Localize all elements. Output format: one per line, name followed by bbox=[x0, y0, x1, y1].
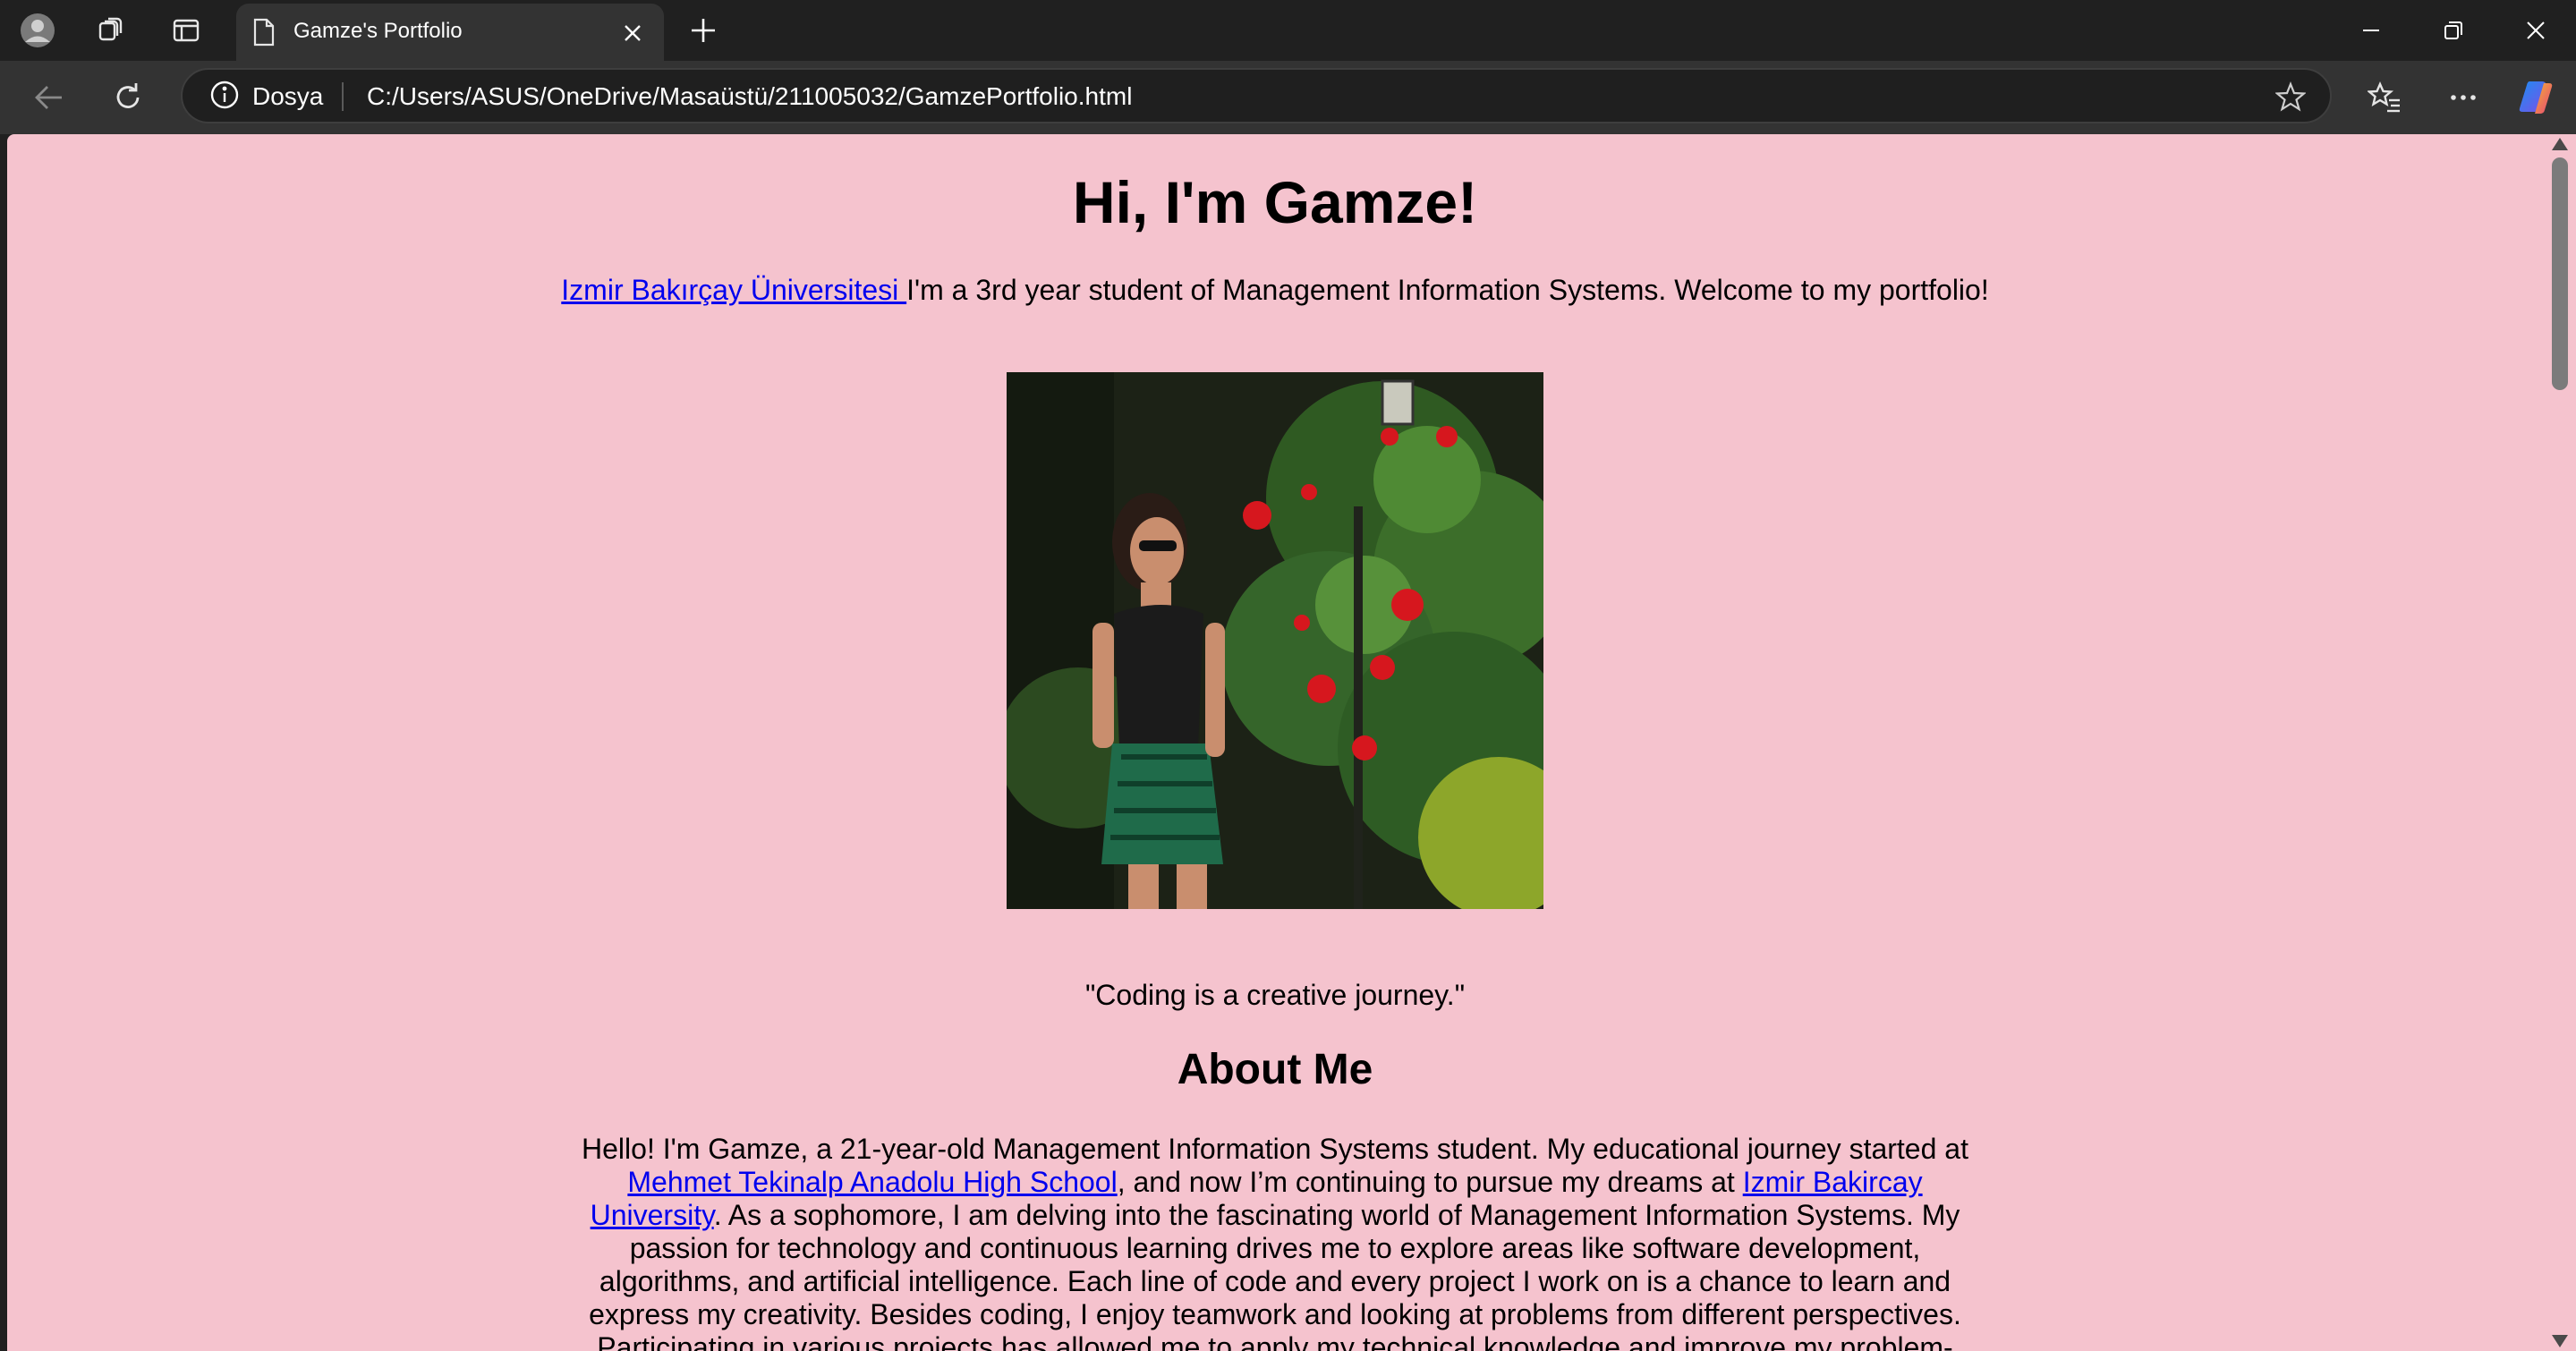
page-icon bbox=[252, 18, 276, 51]
workspaces-icon[interactable] bbox=[93, 13, 129, 48]
minimize-icon[interactable] bbox=[2351, 11, 2391, 50]
info-icon bbox=[209, 80, 240, 115]
about-text-part3: . As a sophomore, I am delving into the … bbox=[589, 1199, 1961, 1351]
close-window-icon[interactable] bbox=[2516, 11, 2555, 50]
site-info-button[interactable]: Dosya bbox=[209, 80, 323, 114]
copilot-icon[interactable] bbox=[2516, 77, 2557, 118]
address-bar[interactable]: Dosya C:/Users/ASUS/OneDrive/Masaüstü/21… bbox=[181, 68, 2332, 123]
intro-text: I'm a 3rd year student of Management Inf… bbox=[906, 274, 1989, 306]
scroll-up-icon[interactable] bbox=[2552, 138, 2568, 150]
refresh-icon[interactable] bbox=[107, 77, 149, 118]
new-tab-icon[interactable] bbox=[685, 13, 721, 48]
vertical-scrollbar[interactable] bbox=[2543, 134, 2576, 1351]
about-text-part2: , and now I’m continuing to pursue my dr… bbox=[1117, 1166, 1743, 1198]
site-info-label: Dosya bbox=[252, 82, 324, 110]
active-tab[interactable]: Gamze's Portfolio bbox=[236, 4, 664, 61]
back-icon[interactable] bbox=[29, 77, 70, 118]
scrollbar-thumb[interactable] bbox=[2552, 157, 2568, 390]
page-viewport: Hi, I'm Gamze! Izmir Bakırçay Üniversite… bbox=[7, 134, 2543, 1351]
about-text-part1: Hello! I'm Gamze, a 21-year-old Manageme… bbox=[582, 1133, 1968, 1165]
profile-photo bbox=[1007, 372, 1543, 909]
tab-title: Gamze's Portfolio bbox=[293, 19, 463, 43]
scroll-down-icon[interactable] bbox=[2552, 1335, 2568, 1347]
profile-icon[interactable] bbox=[20, 13, 55, 48]
browser-title-bar: Gamze's Portfolio bbox=[0, 0, 2576, 61]
page-title: Hi, I'm Gamze! bbox=[1072, 169, 1478, 235]
favorite-star-icon[interactable] bbox=[2273, 79, 2308, 115]
more-icon[interactable] bbox=[2443, 77, 2484, 118]
tab-actions-icon[interactable] bbox=[168, 13, 204, 48]
intro-paragraph: Izmir Bakırçay Üniversitesi I'm a 3rd ye… bbox=[7, 274, 2543, 307]
restore-icon[interactable] bbox=[2434, 11, 2473, 50]
about-paragraph: Hello! I'm Gamze, a 21-year-old Manageme… bbox=[573, 1133, 1977, 1351]
close-icon[interactable] bbox=[619, 20, 646, 47]
university-link[interactable]: Izmir Bakırçay Üniversitesi bbox=[561, 274, 906, 306]
about-heading: About Me bbox=[1177, 1046, 1373, 1093]
quote-text: "Coding is a creative journey." bbox=[1084, 979, 1466, 1011]
url-text[interactable]: C:/Users/ASUS/OneDrive/Masaüstü/21100503… bbox=[367, 82, 1132, 111]
address-separator bbox=[342, 82, 344, 111]
browser-toolbar: Dosya C:/Users/ASUS/OneDrive/Masaüstü/21… bbox=[0, 61, 2576, 134]
favorites-icon[interactable] bbox=[2364, 77, 2405, 118]
high-school-link[interactable]: Mehmet Tekinalp Anadolu High School bbox=[627, 1166, 1117, 1198]
